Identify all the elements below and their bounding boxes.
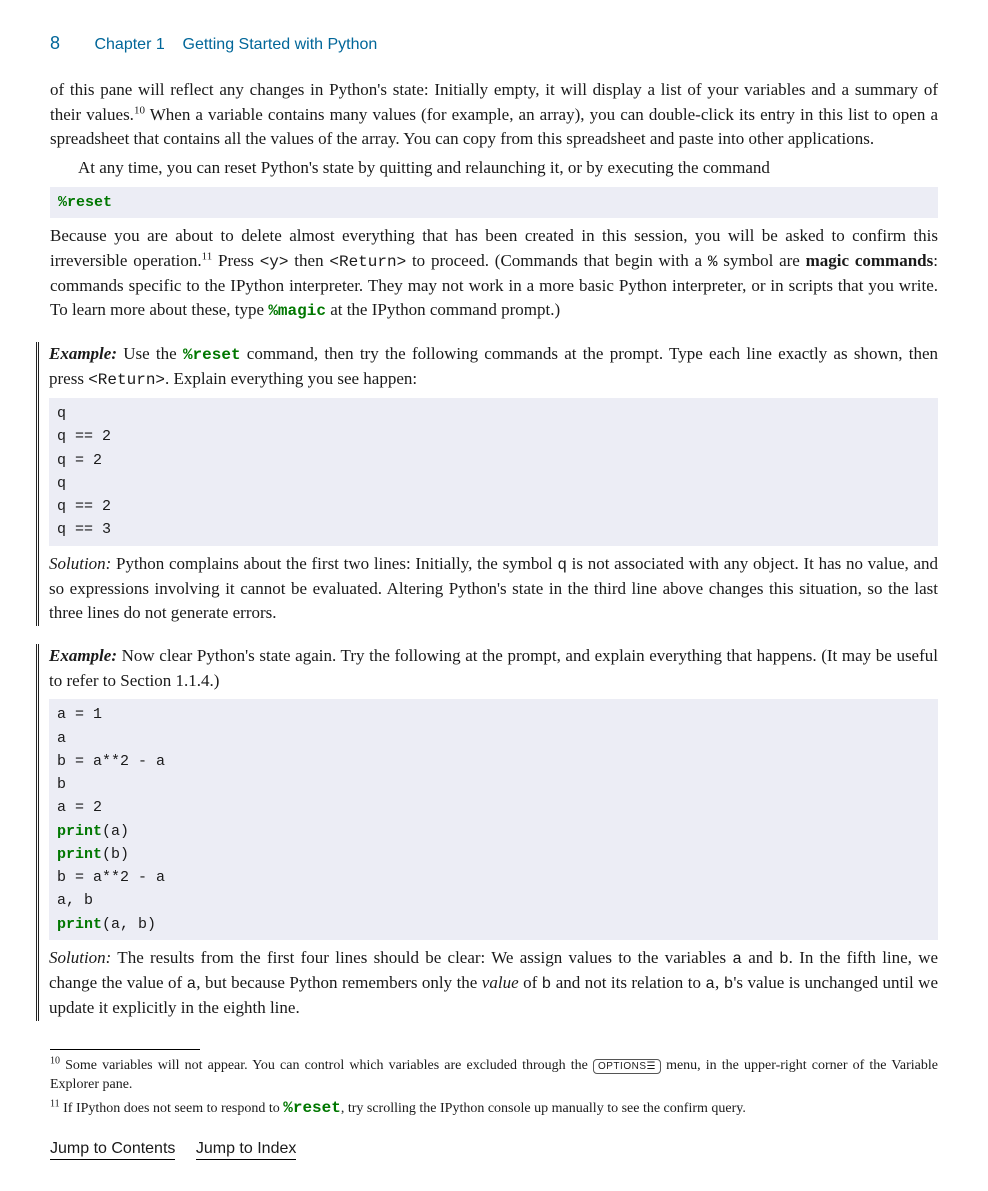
- code-block-example-2: a = 1 a b = a**2 - a b a = 2 print(a) pr…: [49, 699, 938, 940]
- jump-to-contents-link[interactable]: Jump to Contents: [50, 1140, 175, 1160]
- options-menu-icon: OPTIONS☰: [593, 1059, 661, 1074]
- jump-to-index-link[interactable]: Jump to Index: [196, 1140, 297, 1160]
- footnote-separator: [50, 1049, 200, 1050]
- footnote-11: 11 If IPython does not seem to respond t…: [50, 1097, 938, 1119]
- code-block-reset: %reset: [50, 187, 938, 218]
- page-header: 8 Chapter 1 Getting Started with Python: [50, 30, 938, 56]
- nav-links: Jump to Contents Jump to Index: [50, 1137, 938, 1160]
- page-number: 8: [50, 33, 60, 53]
- example-1-solution: Solution: Python complains about the fir…: [49, 552, 938, 626]
- example-2-solution: Solution: The results from the first fou…: [49, 946, 938, 1021]
- footnote-ref-11: 11: [202, 250, 213, 262]
- code-block-example-1: q q == 2 q = 2 q q == 2 q == 3: [49, 398, 938, 546]
- chapter-title: Getting Started with Python: [183, 36, 378, 53]
- footnote-ref-10: 10: [134, 104, 145, 116]
- example-1-prompt: Example: Use the %reset command, then tr…: [49, 342, 938, 392]
- body-paragraph-2: At any time, you can reset Python's stat…: [50, 156, 938, 181]
- footnote-10: 10 Some variables will not appear. You c…: [50, 1056, 938, 1095]
- chapter-label: Chapter 1: [94, 36, 164, 53]
- body-paragraph-3: Because you are about to delete almost e…: [50, 224, 938, 324]
- example-block-2: Example: Now clear Python's state again.…: [36, 644, 938, 1021]
- example-2-prompt: Example: Now clear Python's state again.…: [49, 644, 938, 693]
- example-block-1: Example: Use the %reset command, then tr…: [36, 342, 938, 626]
- body-paragraph-1: of this pane will reflect any changes in…: [50, 78, 938, 152]
